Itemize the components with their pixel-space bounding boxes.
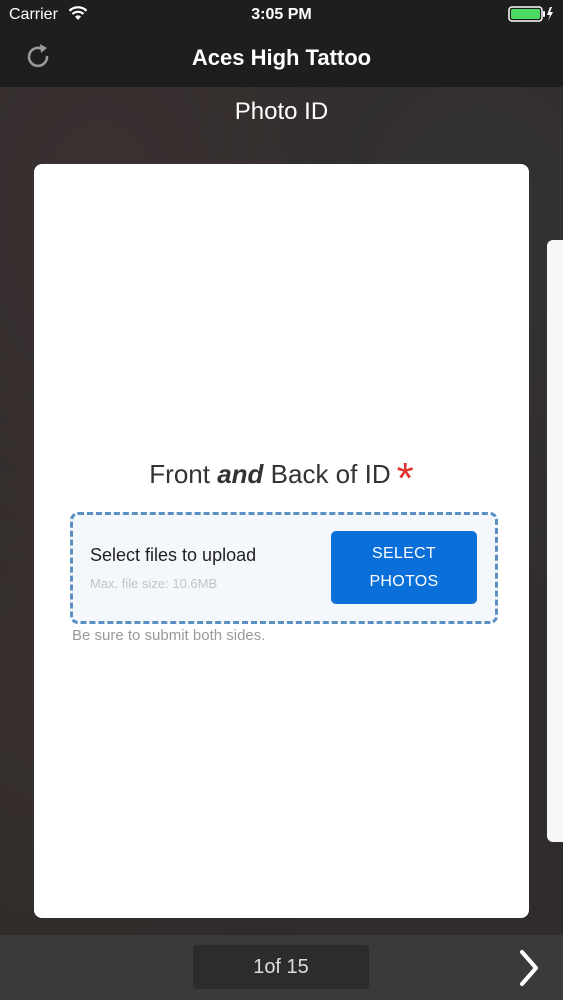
field-label-part2: Back of ID bbox=[263, 459, 391, 489]
page-title: Photo ID bbox=[234, 98, 329, 125]
select-photos-button[interactable]: SELECT PHOTOS bbox=[331, 531, 477, 604]
app-header: Aces High Tattoo bbox=[0, 30, 563, 87]
max-file-size-hint: Max. file size: 10.6MB bbox=[90, 576, 218, 591]
next-card-preview bbox=[547, 240, 563, 842]
file-upload-dropzone[interactable]: Select files to upload Max. file size: 1… bbox=[70, 512, 498, 624]
battery-icon bbox=[508, 6, 553, 22]
field-label: Front and Back of ID * bbox=[34, 444, 529, 503]
pager-total: of 15 bbox=[264, 955, 309, 978]
help-text: Be sure to submit both sides. bbox=[72, 627, 266, 644]
select-button-line2: PHOTOS bbox=[369, 572, 439, 590]
field-label-part1: Front bbox=[149, 459, 218, 489]
status-bar: Carrier 3:05 PM bbox=[0, 0, 563, 30]
clock: 3:05 PM bbox=[251, 6, 312, 23]
bottom-bar: 1 of 15 bbox=[0, 935, 563, 1000]
pager-current: 1 bbox=[253, 955, 265, 978]
app-title: Aces High Tattoo bbox=[191, 45, 372, 70]
field-label-emphasis: and bbox=[217, 459, 264, 489]
next-button[interactable] bbox=[508, 947, 550, 989]
select-button-line1: SELECT bbox=[371, 544, 437, 562]
chevron-right-icon bbox=[520, 950, 538, 986]
form-card: Front and Back of ID * Select files to up… bbox=[34, 164, 529, 918]
page-indicator: 1 of 15 bbox=[193, 945, 369, 989]
upload-title: Select files to upload bbox=[90, 545, 257, 565]
required-asterisk: * bbox=[396, 454, 414, 503]
